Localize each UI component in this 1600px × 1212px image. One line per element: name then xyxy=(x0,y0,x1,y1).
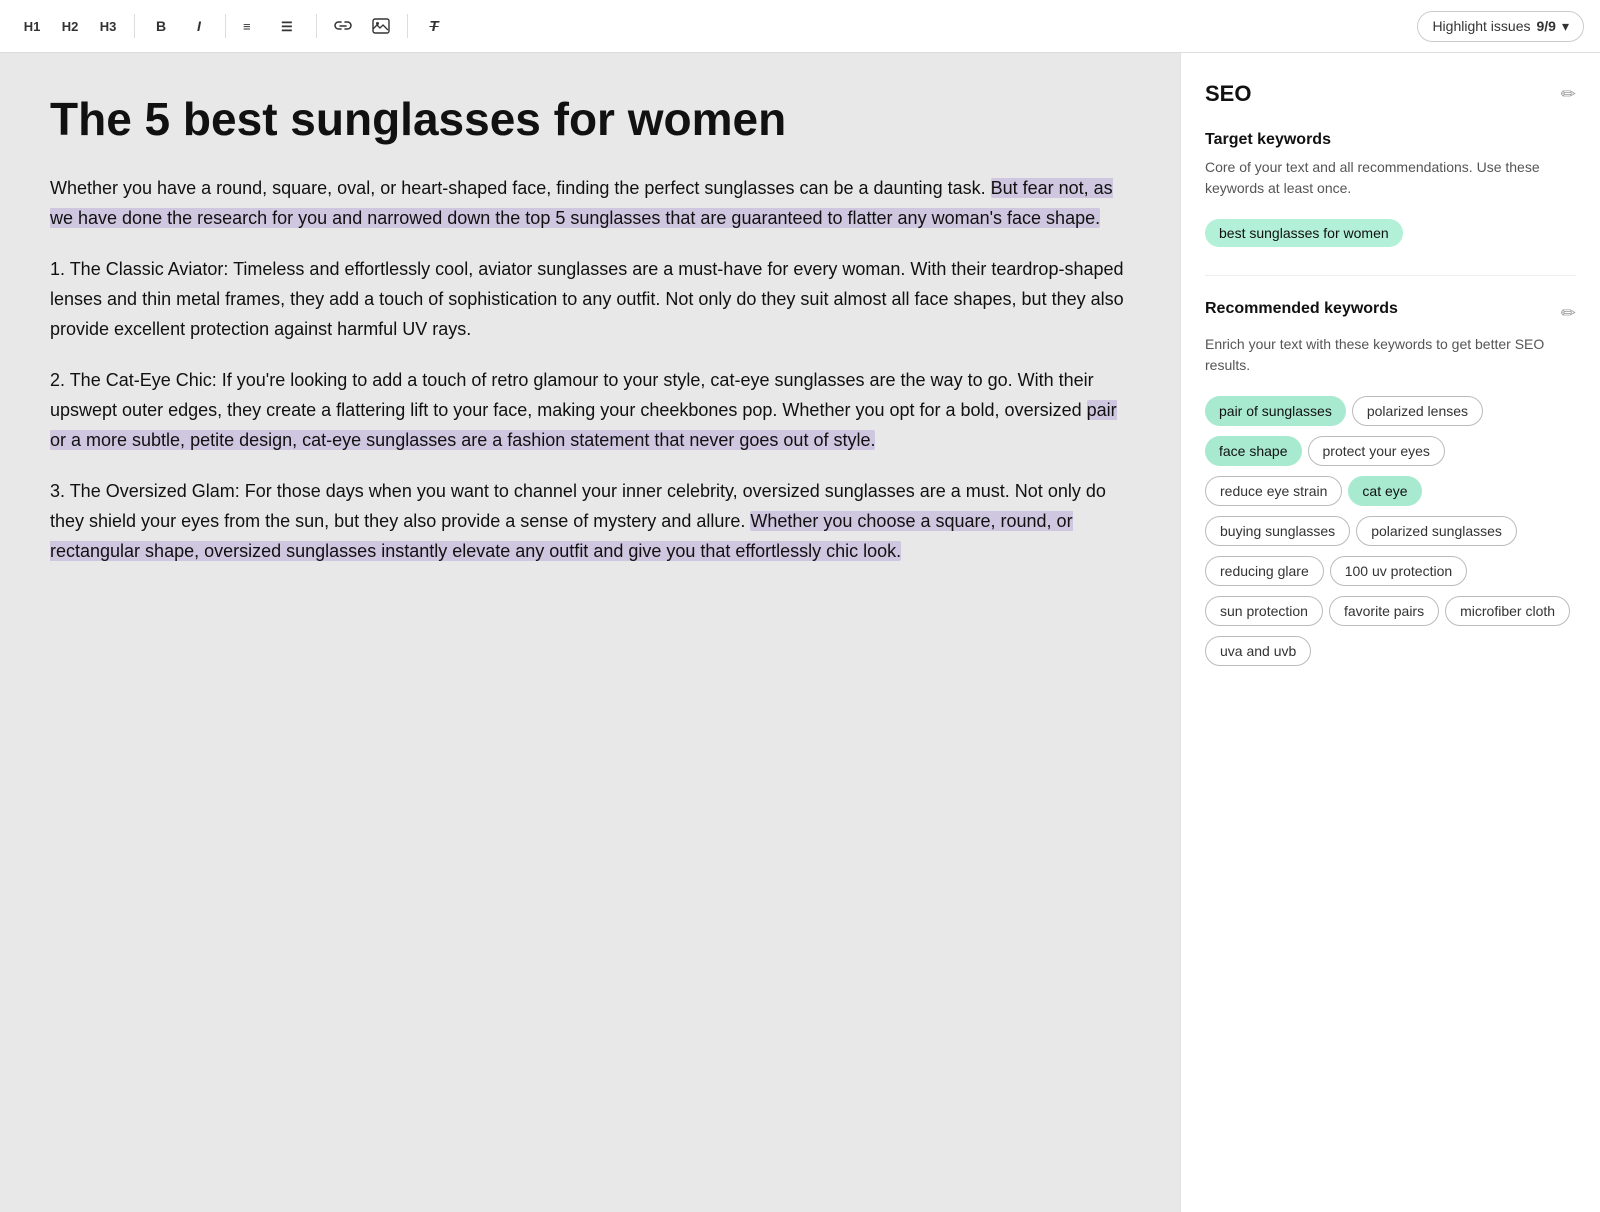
target-keywords-title: Target keywords xyxy=(1205,131,1576,149)
keyword-chip-cat-eye[interactable]: cat eye xyxy=(1348,476,1421,506)
recommended-keywords-title: Recommended keywords xyxy=(1205,300,1398,318)
keyword-chip-sun-protection[interactable]: sun protection xyxy=(1205,596,1323,626)
target-keywords-section: Target keywords Core of your text and al… xyxy=(1205,131,1576,251)
image-button[interactable] xyxy=(365,10,397,42)
keyword-chip-reduce-eye-strain[interactable]: reduce eye strain xyxy=(1205,476,1342,506)
highlight-count-badge: 9/9 xyxy=(1537,18,1556,34)
recommended-keywords-chips: pair of sunglassespolarized lenses face s… xyxy=(1205,392,1576,670)
paragraph-3: 2. The Cat-Eye Chic: If you're looking t… xyxy=(50,366,1130,455)
p1-plain: Whether you have a round, square, oval, … xyxy=(50,178,991,198)
clear-format-button[interactable]: T xyxy=(418,10,450,42)
h1-button[interactable]: H1 xyxy=(16,10,48,42)
seo-panel-header: SEO ✏ xyxy=(1205,81,1576,107)
document-body: Whether you have a round, square, oval, … xyxy=(50,174,1130,567)
toolbar: H1 H2 H3 B I ≡ ☰ T Highlight issues 9/9 … xyxy=(0,0,1600,53)
highlight-issues-label: Highlight issues xyxy=(1432,18,1530,34)
target-keywords-desc: Core of your text and all recommendation… xyxy=(1205,157,1576,199)
italic-button[interactable]: I xyxy=(183,10,215,42)
keyword-chip-protect-your-eyes[interactable]: protect your eyes xyxy=(1308,436,1445,466)
keyword-chip-polarized-sunglasses[interactable]: polarized sunglasses xyxy=(1356,516,1517,546)
toolbar-sep-2 xyxy=(225,14,226,38)
seo-panel: SEO ✏ Target keywords Core of your text … xyxy=(1180,53,1600,1212)
h2-button[interactable]: H2 xyxy=(54,10,86,42)
link-button[interactable] xyxy=(327,10,359,42)
keyword-chip-polarized-lenses[interactable]: polarized lenses xyxy=(1352,396,1483,426)
paragraph-1: Whether you have a round, square, oval, … xyxy=(50,174,1130,233)
svg-text:☰: ☰ xyxy=(281,19,293,34)
keyword-chip-face-shape[interactable]: face shape xyxy=(1205,436,1302,466)
bold-button[interactable]: B xyxy=(145,10,177,42)
seo-panel-title: SEO xyxy=(1205,81,1251,107)
main-content: The 5 best sunglasses for women Whether … xyxy=(0,53,1600,1212)
highlight-issues-button[interactable]: Highlight issues 9/9 ▾ xyxy=(1417,11,1584,42)
ordered-list-icon: ≡ xyxy=(243,17,261,35)
document-title: The 5 best sunglasses for women xyxy=(50,93,1130,146)
toolbar-sep-3 xyxy=(316,14,317,38)
toolbar-sep-4 xyxy=(407,14,408,38)
ordered-list-button[interactable]: ≡ xyxy=(236,10,268,42)
link-icon xyxy=(334,19,352,33)
unordered-list-button[interactable]: ☰ xyxy=(274,10,306,42)
editor-area[interactable]: The 5 best sunglasses for women Whether … xyxy=(0,53,1180,1212)
image-icon xyxy=(372,18,390,34)
recommended-edit-icon[interactable]: ✏ xyxy=(1561,303,1576,324)
paragraph-2: 1. The Classic Aviator: Timeless and eff… xyxy=(50,255,1130,344)
svg-text:≡: ≡ xyxy=(243,19,251,34)
p2-text: 1. The Classic Aviator: Timeless and eff… xyxy=(50,259,1124,338)
keyword-chip-100-uv-protection[interactable]: 100 uv protection xyxy=(1330,556,1467,586)
keyword-chip-reducing-glare[interactable]: reducing glare xyxy=(1205,556,1324,586)
p3-plain: 2. The Cat-Eye Chic: If you're looking t… xyxy=(50,370,1094,420)
recommended-keywords-section: Recommended keywords ✏ Enrich your text … xyxy=(1205,300,1576,670)
target-keywords-chips: best sunglasses for women xyxy=(1205,215,1576,251)
unordered-list-icon: ☰ xyxy=(281,17,299,35)
paragraph-4: 3. The Oversized Glam: For those days wh… xyxy=(50,477,1130,566)
seo-edit-icon[interactable]: ✏ xyxy=(1561,84,1576,105)
section-divider xyxy=(1205,275,1576,276)
keyword-chip-best-sunglasses-for-women[interactable]: best sunglasses for women xyxy=(1205,219,1403,247)
keyword-chip-uva-and-uvb[interactable]: uva and uvb xyxy=(1205,636,1311,666)
keyword-chip-favorite-pairs[interactable]: favorite pairs xyxy=(1329,596,1439,626)
keyword-chip-pair-of-sunglasses[interactable]: pair of sunglasses xyxy=(1205,396,1346,426)
recommended-keywords-desc: Enrich your text with these keywords to … xyxy=(1205,334,1576,376)
recommended-keywords-header: Recommended keywords ✏ xyxy=(1205,300,1576,326)
h3-button[interactable]: H3 xyxy=(92,10,124,42)
keyword-chip-buying-sunglasses[interactable]: buying sunglasses xyxy=(1205,516,1350,546)
keyword-chip-microfiber-cloth[interactable]: microfiber cloth xyxy=(1445,596,1570,626)
chevron-down-icon: ▾ xyxy=(1562,18,1569,35)
toolbar-sep-1 xyxy=(134,14,135,38)
